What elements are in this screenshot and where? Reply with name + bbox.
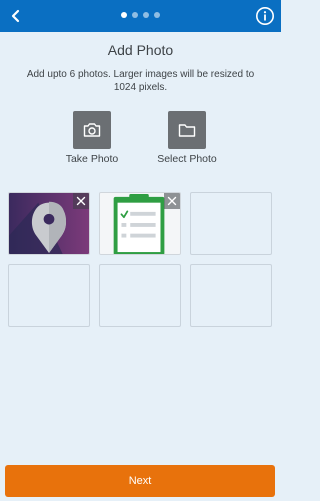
photo-slot-2[interactable] — [99, 192, 181, 255]
page-title: Add Photo — [107, 42, 174, 58]
step-dot-2 — [132, 12, 138, 18]
top-bar — [0, 0, 281, 32]
remove-photo-1-button[interactable] — [73, 193, 89, 209]
info-icon — [256, 7, 274, 25]
photo-slot-3[interactable] — [190, 192, 272, 255]
camera-icon — [83, 123, 101, 137]
step-dot-1 — [121, 12, 127, 18]
step-indicator — [121, 12, 160, 20]
take-photo-tile — [73, 111, 111, 149]
photo-slot-4[interactable] — [8, 264, 90, 327]
select-photo-button[interactable]: Select Photo — [142, 111, 232, 171]
select-photo-tile — [168, 111, 206, 149]
step-dot-4 — [154, 12, 160, 18]
info-button[interactable] — [255, 6, 275, 26]
chevron-left-icon — [11, 9, 20, 23]
take-photo-button[interactable]: Take Photo — [47, 111, 137, 171]
take-photo-label: Take Photo — [65, 153, 119, 165]
next-button[interactable]: Next — [5, 465, 275, 497]
back-button[interactable] — [4, 4, 28, 28]
photo-slot-5[interactable] — [99, 264, 181, 327]
remove-photo-2-button[interactable] — [164, 193, 180, 209]
photo-slot-1[interactable] — [8, 192, 90, 255]
page-subtitle: Add upto 6 photos. Larger images will be… — [26, 69, 255, 93]
step-dot-3 — [143, 12, 149, 18]
folder-icon — [178, 124, 196, 137]
select-photo-label: Select Photo — [157, 153, 217, 165]
photo-slot-6[interactable] — [190, 264, 272, 327]
